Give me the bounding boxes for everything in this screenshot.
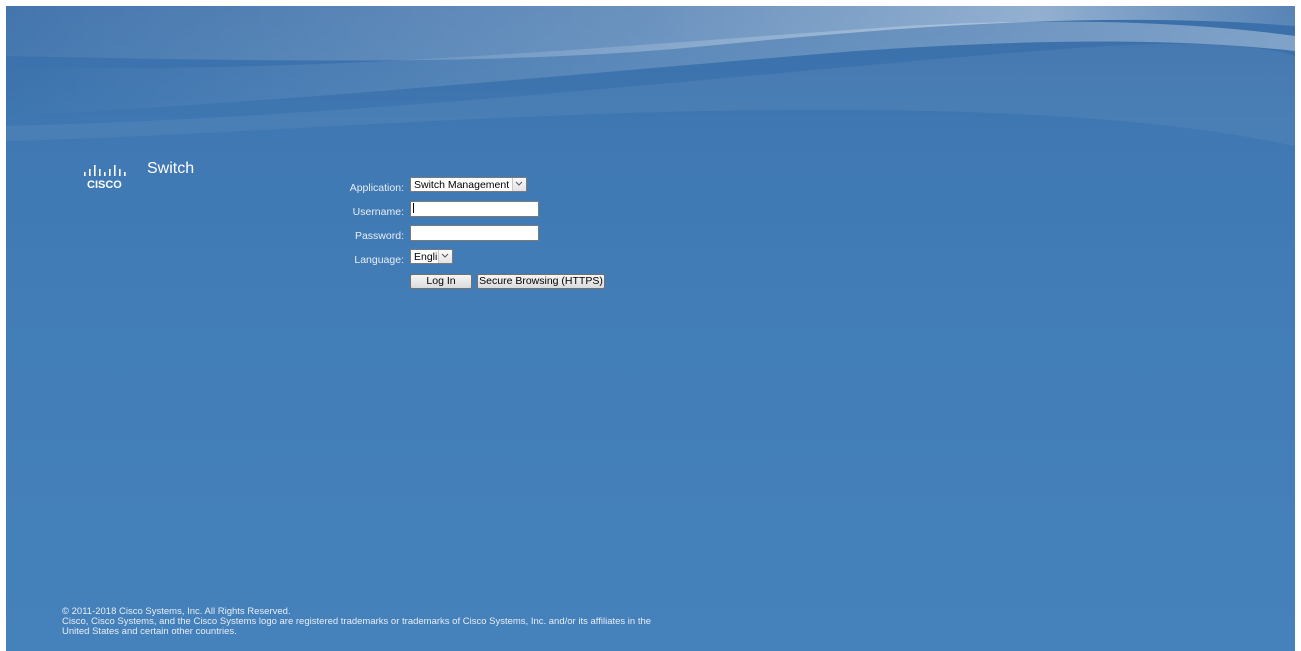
application-select-value: Switch Management <box>414 179 510 191</box>
password-label: Password: <box>354 230 404 242</box>
username-field-wrap <box>410 201 539 217</box>
language-label-container: Language: <box>336 251 404 269</box>
chevron-down-icon <box>512 178 526 191</box>
footer: © 2011-2018 Cisco Systems, Inc. All Righ… <box>62 607 651 637</box>
header-wave-graphic <box>6 6 1295 146</box>
password-input[interactable] <box>410 225 539 241</box>
username-input[interactable] <box>410 201 539 217</box>
language-label: Language: <box>354 254 404 266</box>
cisco-logo-text: CISCO <box>87 179 122 191</box>
secure-browsing-button[interactable]: Secure Browsing (HTTPS) <box>477 274 605 289</box>
application-label: Application: <box>349 182 404 194</box>
language-select[interactable]: English <box>410 249 453 264</box>
login-page: CISCO Switch Application: Switch Managem… <box>6 6 1295 651</box>
product-name: Switch <box>147 160 195 177</box>
login-button[interactable]: Log In <box>410 274 472 289</box>
username-label-container: Username: <box>336 203 404 221</box>
application-select[interactable]: Switch Management <box>410 177 527 192</box>
text-caret <box>413 203 414 213</box>
cisco-logo: CISCO <box>84 165 126 191</box>
username-label: Username: <box>352 206 404 218</box>
trademark-text-continued: United States and certain other countrie… <box>62 626 237 637</box>
chevron-down-icon <box>438 250 452 263</box>
application-label-container: Application: <box>336 179 404 197</box>
password-label-container: Password: <box>336 227 404 245</box>
